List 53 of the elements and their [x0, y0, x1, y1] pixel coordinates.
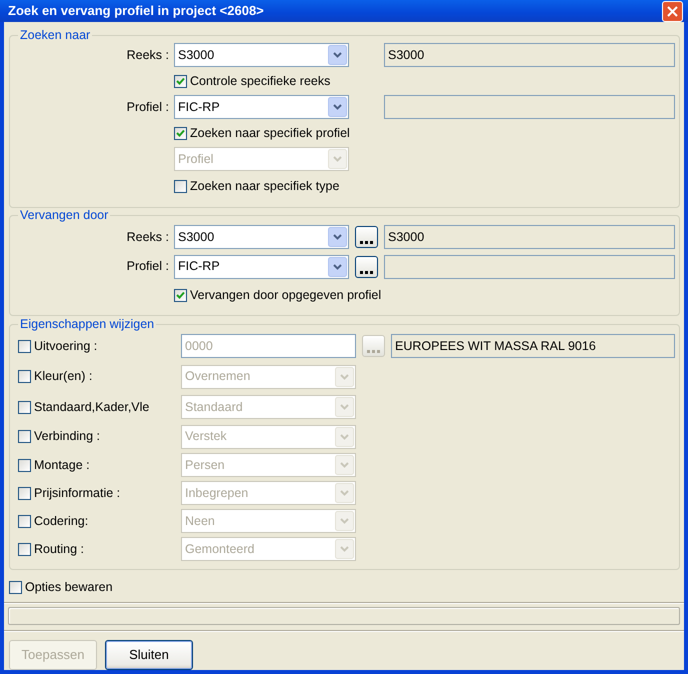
chevron-icon	[335, 426, 354, 447]
checkbox-label: Vervangen door opgegeven profiel	[190, 286, 382, 304]
field-label: Reeks :	[126, 46, 170, 64]
checkbox[interactable]	[174, 288, 187, 302]
checkbox-label: Routing :	[34, 540, 86, 558]
field-label: Profiel :	[126, 98, 170, 116]
checkbox[interactable]	[174, 180, 187, 194]
group-title: Vervangen door	[19, 208, 110, 222]
field-label: Reeks :	[126, 228, 170, 246]
chevron-icon	[328, 149, 347, 170]
close-icon	[667, 6, 678, 17]
chevron-icon	[335, 366, 354, 387]
checkbox-label: Zoeken naar specifiek profiel	[190, 124, 350, 142]
checkbox-label: Zoeken naar specifiek type	[190, 178, 340, 196]
checkbox[interactable]	[9, 581, 22, 594]
checkbox-label: Kleur(en) :	[34, 368, 94, 386]
field-label: Profiel :	[126, 258, 170, 276]
checkbox-label: Controle specifieke reeks	[190, 72, 330, 90]
chevron-icon	[328, 45, 347, 66]
checkbox-label: Standaard,Kader,Vle	[34, 398, 150, 416]
chevron-icon	[335, 397, 354, 418]
info-field: EUROPEES WIT MASSA RAL 9016	[391, 334, 675, 358]
checkbox-label: Montage :	[34, 456, 91, 474]
dropdown[interactable]: FIC-RP	[174, 254, 349, 279]
browse-button[interactable]	[355, 256, 378, 278]
chevron-icon	[335, 539, 354, 560]
close-button[interactable]	[662, 0, 683, 22]
dots-icon	[360, 241, 373, 244]
browse-button[interactable]	[355, 226, 378, 248]
chevron-icon	[335, 455, 354, 476]
checkbox-label: Prijsinformatie :	[34, 484, 122, 502]
checkbox-label: Uitvoering :	[34, 338, 98, 355]
dots-icon	[360, 270, 373, 274]
dropdown[interactable]: S3000	[174, 225, 349, 250]
group-title: Zoeken naar	[19, 28, 92, 42]
checkbox-label: Codering:	[34, 512, 90, 530]
checkbox-label: Opties bewaren	[25, 579, 113, 596]
chevron-icon	[328, 227, 347, 248]
group-title: Eigenschappen wijzigen	[19, 317, 156, 332]
dots-icon	[367, 350, 380, 354]
dropdown[interactable]: S3000	[174, 43, 349, 68]
window-title: Zoek en vervang profiel in project <2608>	[8, 2, 264, 20]
info-field: S3000	[384, 43, 675, 68]
chevron-icon	[335, 511, 354, 532]
dialog-button[interactable]: Sluiten	[105, 640, 193, 670]
chevron-icon	[335, 483, 354, 504]
info-field: S3000	[384, 225, 675, 250]
dropdown[interactable]: FIC-RP	[174, 95, 349, 120]
checkbox-label: Verbinding :	[34, 428, 102, 446]
checkbox[interactable]	[174, 74, 187, 88]
chevron-icon	[328, 256, 347, 277]
chevron-icon	[328, 97, 347, 118]
checkbox[interactable]	[174, 126, 187, 140]
